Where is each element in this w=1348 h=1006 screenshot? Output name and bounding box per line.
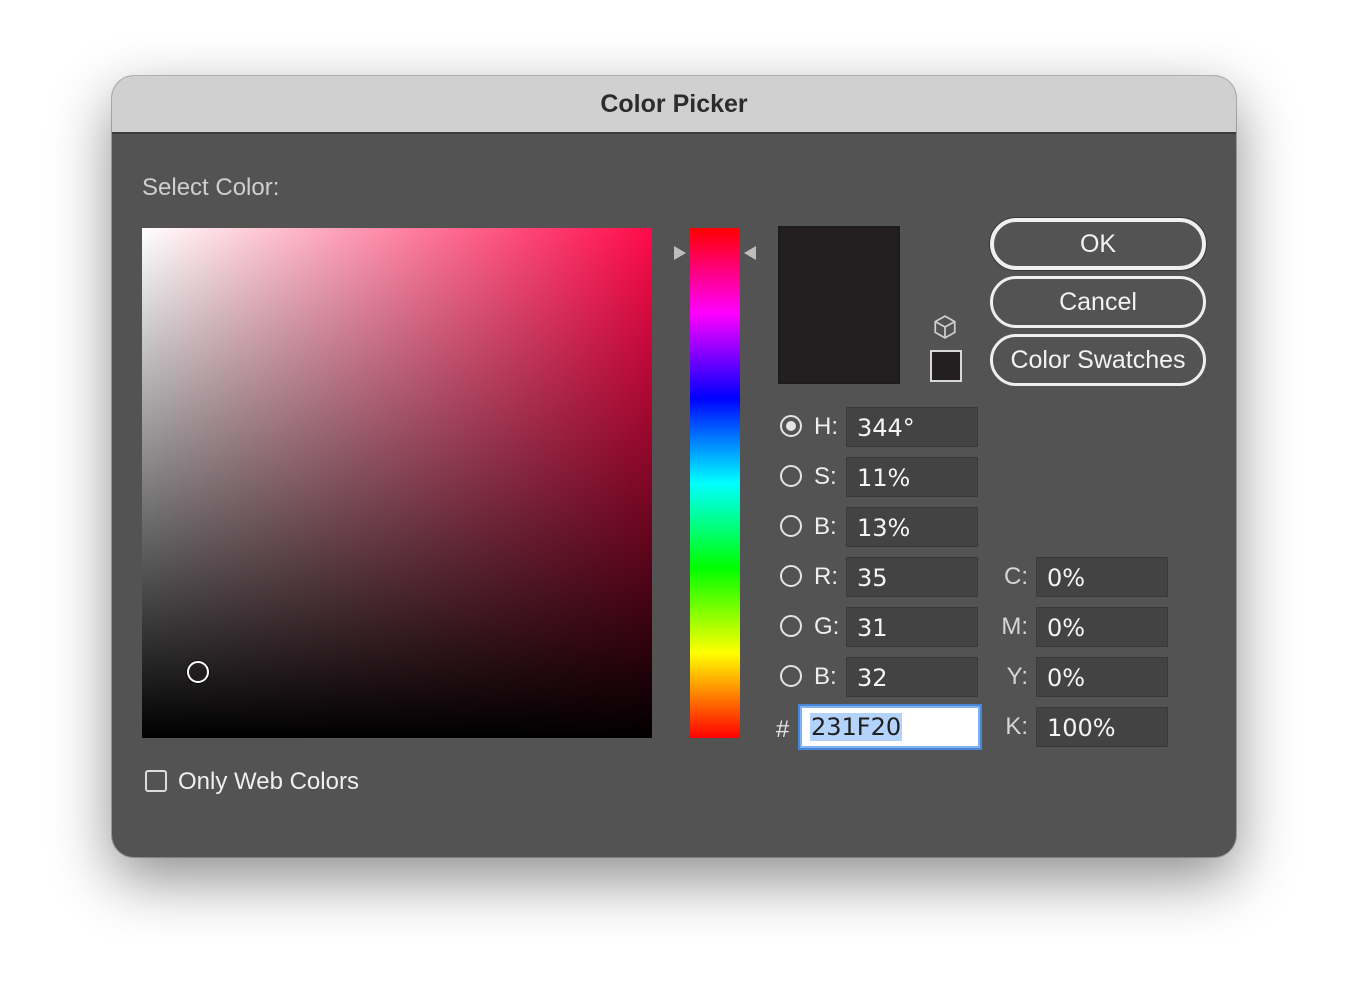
- blue-field[interactable]: 32: [846, 657, 978, 697]
- green-field[interactable]: 31: [846, 607, 978, 647]
- hex-value: 231F20: [810, 713, 903, 741]
- web-safe-swatch[interactable]: [930, 350, 962, 382]
- color-field[interactable]: [142, 228, 652, 738]
- hex-field[interactable]: 231F20: [800, 706, 980, 748]
- cyan-field[interactable]: 0%: [1036, 557, 1168, 597]
- red-label: R:: [814, 563, 838, 590]
- dialog-title: Color Picker: [600, 89, 748, 118]
- color-picker-dialog: Color Picker Select Color: OK Cancel Col…: [112, 76, 1236, 857]
- blue-label: B:: [814, 663, 837, 690]
- hue-field[interactable]: 344°: [846, 407, 978, 447]
- radio-brightness[interactable]: [780, 515, 802, 537]
- radio-blue[interactable]: [780, 665, 802, 687]
- hex-hash-label: #: [776, 716, 790, 743]
- saturation-field[interactable]: 11%: [846, 457, 978, 497]
- yellow-field[interactable]: 0%: [1036, 657, 1168, 697]
- red-field[interactable]: 35: [846, 557, 978, 597]
- cyan-label: C:: [1004, 563, 1028, 590]
- cube-icon[interactable]: [932, 314, 958, 340]
- cancel-button[interactable]: Cancel: [990, 276, 1206, 328]
- brightness-field[interactable]: 13%: [846, 507, 978, 547]
- black-field[interactable]: 100%: [1036, 707, 1168, 747]
- title-bar: Color Picker: [112, 76, 1236, 134]
- color-field-cursor[interactable]: [187, 660, 210, 683]
- magenta-field[interactable]: 0%: [1036, 607, 1168, 647]
- saturation-label: S:: [814, 463, 837, 490]
- hue-slider-left-arrow[interactable]: [674, 246, 686, 260]
- black-label: K:: [1005, 713, 1028, 740]
- yellow-label: Y:: [1006, 663, 1028, 690]
- radio-hue[interactable]: [780, 415, 802, 437]
- ok-button[interactable]: OK: [990, 218, 1206, 270]
- radio-red[interactable]: [780, 565, 802, 587]
- magenta-label: M:: [1001, 613, 1028, 640]
- hue-slider[interactable]: [690, 228, 740, 738]
- radio-saturation[interactable]: [780, 465, 802, 487]
- hue-slider-right-arrow[interactable]: [744, 246, 756, 260]
- hue-label: H:: [814, 413, 838, 440]
- select-color-label: Select Color:: [142, 174, 280, 201]
- green-label: G:: [814, 613, 840, 640]
- new-color-swatch: [778, 226, 900, 384]
- brightness-label: B:: [814, 513, 837, 540]
- color-swatches-button[interactable]: Color Swatches: [990, 334, 1206, 386]
- only-web-colors-checkbox[interactable]: [145, 770, 167, 792]
- only-web-colors-label[interactable]: Only Web Colors: [178, 768, 359, 796]
- radio-green[interactable]: [780, 615, 802, 637]
